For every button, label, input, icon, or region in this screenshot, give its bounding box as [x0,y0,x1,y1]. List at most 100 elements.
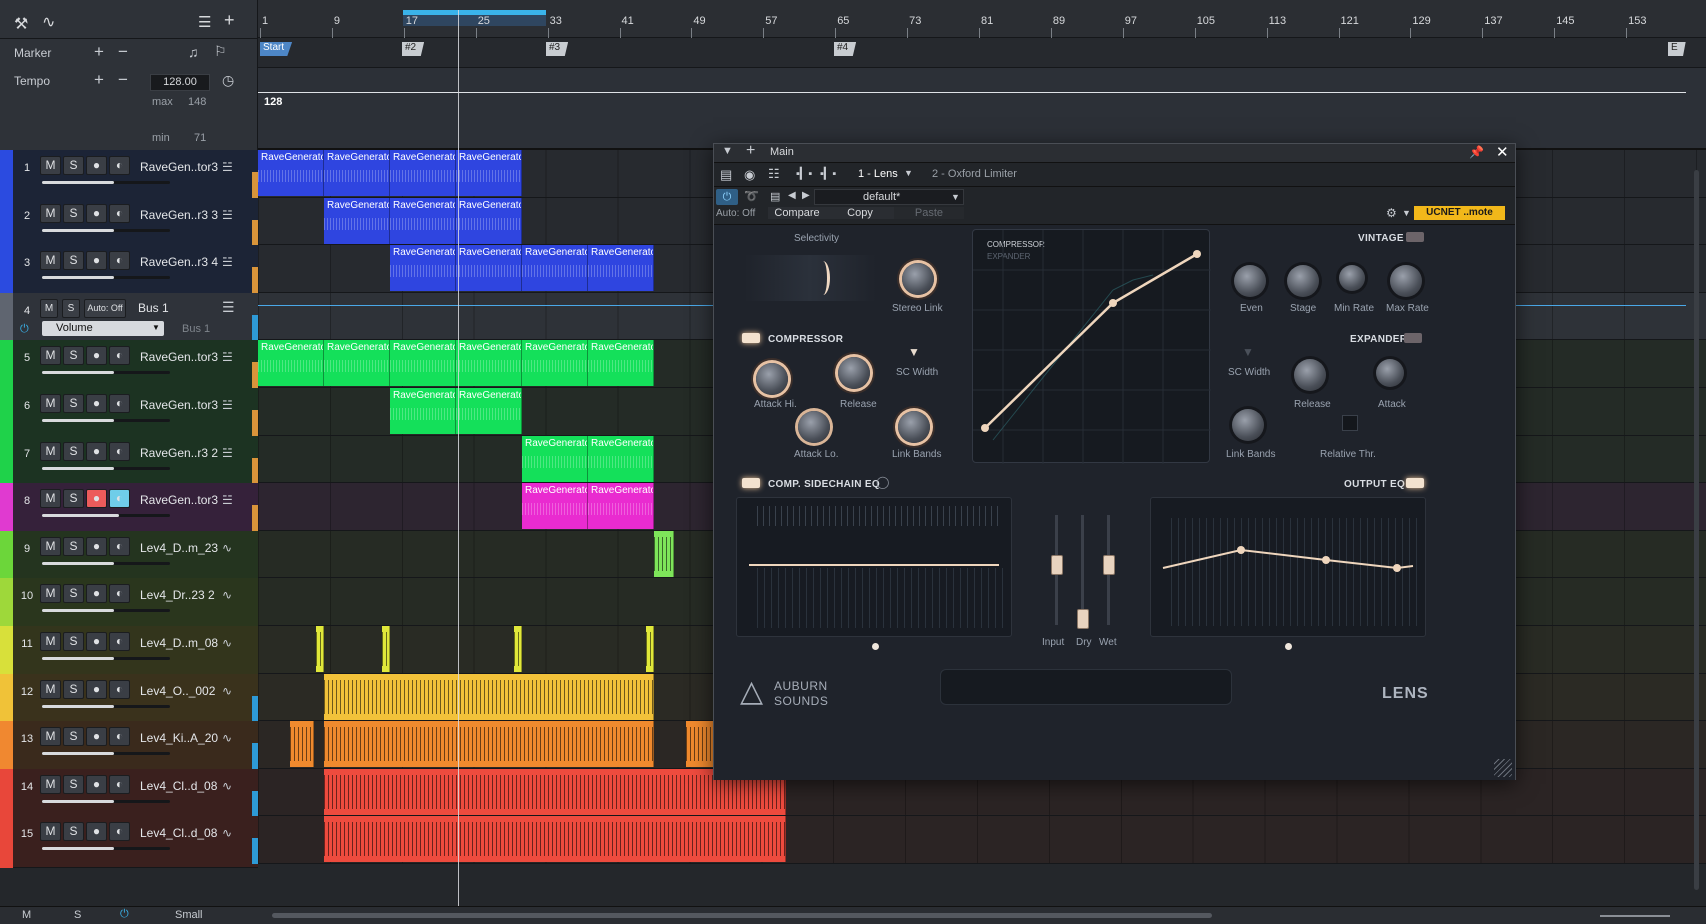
tempo-lane[interactable]: 128 [258,68,1706,150]
track-header[interactable]: 5M S ● ◐ RaveGen..tor3 ☱ [0,340,258,393]
instrument-clip[interactable]: RaveGenerato [324,150,390,196]
track-header[interactable]: 9M S ● ◐ Lev4_D..m_23 ∿ [0,530,258,583]
track-header[interactable]: 13 M S ● ◐ Lev4_Ki..A_20 ∿ [0,721,258,774]
track-header[interactable]: 3M S ● ◐ RaveGen..r3 4 ☱ [0,245,258,298]
instrument-clip[interactable]: RaveGenerato [390,197,456,244]
record-button[interactable]: ● [86,679,107,699]
volume-fader[interactable] [42,276,170,280]
mute-button[interactable]: M [40,298,58,318]
paste-button[interactable]: Paste [894,207,964,219]
sidechain-eq-display[interactable] [736,497,1012,637]
dry-slider[interactable] [1077,609,1089,629]
min-rate-knob[interactable] [1339,265,1365,291]
solo-button[interactable]: S [63,632,84,651]
marker-4[interactable]: E [1668,42,1686,56]
marker-2[interactable]: #3 [546,42,569,56]
solo-button[interactable]: S [63,822,84,842]
mute-button[interactable]: M [40,441,61,461]
gear-icon[interactable]: ⚙ [1386,206,1397,220]
insert-slot-1[interactable]: 1 - Lens [858,168,898,180]
volume-fader[interactable] [42,704,170,708]
monitor-button[interactable]: ◐ [109,346,130,366]
mute-button[interactable]: M [40,203,61,223]
chevron-down-icon[interactable]: ▼ [1402,208,1411,218]
monitor-button[interactable]: ◐ [109,727,130,747]
instrument-clip[interactable]: RaveGenerato [258,340,324,387]
remove-tempo-icon[interactable]: − [118,70,128,90]
bottom-solo[interactable]: S [74,909,81,921]
automation-icon[interactable]: ∿ [42,12,55,32]
track-header[interactable]: 15 M S ● ◐ Lev4_Cl..d_08 ∿ [0,816,258,869]
bottom-mute[interactable]: M [22,909,31,921]
timeline-ruler[interactable]: 1 9 17 25 33 41 49 57 65 73 81 89 97 105 113 121 129 137 1… [258,0,1706,38]
record-button[interactable]: ● [86,774,107,794]
volume-fader[interactable] [42,561,170,565]
volume-fader[interactable] [42,419,170,422]
pin-icon[interactable]: 📌 [1469,145,1484,159]
remote-button[interactable]: UCNET ..mote [1414,206,1505,220]
mute-button[interactable]: M [40,822,61,842]
volume-fader[interactable] [42,609,170,613]
vertical-scrollbar[interactable] [1694,170,1699,890]
instrument-clip[interactable]: RaveGenerato [324,197,390,244]
list-menu-icon[interactable]: ☰ [198,13,211,31]
track-header[interactable]: 8M S ● ◐ RaveGen..tor3 ☱ [0,483,258,536]
solo-button[interactable]: S [63,774,84,794]
volume-fader[interactable] [42,466,170,470]
instrument-clip[interactable]: RaveGenerato [390,340,456,387]
link-bands-knob[interactable] [898,411,930,443]
collapse-icon[interactable]: ▼ [722,145,733,157]
insert-slot-2[interactable]: 2 - Oxford Limiter [932,168,1017,180]
track-header[interactable]: 11 M S ● ◐ Lev4_D..m_08 ∿ [0,626,258,678]
exp-link-bands-knob[interactable] [1232,409,1264,441]
exp-release-knob[interactable] [1294,359,1326,391]
transfer-graph[interactable]: COMPRESSOR EXPANDER [972,229,1211,464]
flag-icon[interactable]: ⚐ [214,43,227,60]
add-insert-icon[interactable]: + [746,142,755,160]
solo-button[interactable]: S [63,251,84,271]
compressor-led[interactable] [742,333,760,343]
monitor-button[interactable]: ◐ [109,203,130,223]
solo-button[interactable]: S [63,156,84,175]
solo-button[interactable]: S [63,536,84,556]
monitor-button[interactable]: ◐ [109,584,130,604]
record-button[interactable]: ● [86,489,107,509]
auto-mode-icon[interactable]: ➰ [744,189,759,203]
instrument-clip[interactable]: RaveGenerato [456,150,522,196]
monitor-button[interactable]: ◐ [109,632,130,651]
stereo-link-knob[interactable] [902,263,934,295]
mute-button[interactable]: M [40,679,61,699]
power-icon[interactable]: ⏻ [120,908,129,921]
volume-fader[interactable] [42,228,170,232]
marker-lane[interactable]: Start #2 #3 #4 E [258,38,1706,68]
track-lane[interactable] [258,816,1706,864]
copy-button[interactable]: Copy [826,207,894,219]
instrument-clip[interactable]: RaveGenerato [522,245,588,292]
audio-clip[interactable] [654,530,674,577]
automation-mode-button[interactable]: Auto: Off [84,298,126,318]
mute-button[interactable]: M [40,489,61,509]
monitor-button[interactable]: ◐ [109,536,130,556]
record-button[interactable]: ● [86,584,107,604]
record-button[interactable]: ● [86,441,107,461]
instrument-clip[interactable]: RaveGenerato [456,245,522,292]
expander-led[interactable] [1404,333,1422,343]
volume-fader[interactable] [42,847,170,851]
attack-lo-knob[interactable] [798,411,830,443]
sidechain-eq-dot[interactable] [872,643,879,650]
preset-next-icon[interactable]: ▶ [802,190,810,201]
playhead[interactable] [458,10,459,910]
track-name[interactable]: Lev4_Cl..d_08 [140,779,217,793]
add-tempo-icon[interactable]: + [94,70,104,90]
solo-button[interactable]: S [63,727,84,747]
track-name[interactable]: RaveGen..tor3 [140,398,218,412]
mute-button[interactable]: M [40,251,61,271]
instrument-clip[interactable]: RaveGenerato [588,340,654,387]
max-rate-knob[interactable] [1390,265,1422,297]
instrument-clip[interactable]: RaveGenerato [522,340,588,387]
auto-off-button[interactable]: Auto: Off [716,208,755,219]
instrument-clip[interactable]: RaveGenerato [522,435,588,482]
automation-param-select[interactable]: Volume ▼ [42,320,164,336]
track-name[interactable]: RaveGen..r3 3 [140,208,218,222]
relative-thr-checkbox[interactable] [1342,415,1358,431]
